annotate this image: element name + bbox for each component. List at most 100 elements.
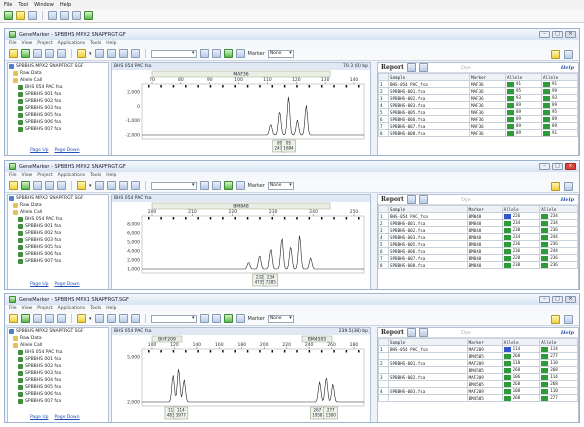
table-row[interactable]: BM4505 268 277 (378, 352, 578, 360)
marker-select[interactable]: None (267, 181, 294, 190)
fit-icon[interactable] (118, 314, 128, 323)
list-view-icon[interactable] (60, 11, 69, 20)
menu-applications[interactable]: Applications (58, 173, 86, 178)
marker-bin[interactable]: MAF36 (151, 70, 331, 78)
tree-sample-item[interactable]: SPBBHS 001 fsa (8, 223, 108, 230)
table-row[interactable]: 3 SPBBHS-002.fsa MAF36 93 93 (378, 94, 578, 102)
help-icon[interactable] (551, 182, 560, 191)
table-row[interactable]: 6 SPBBHS-006.fsa BM848 236 244 (378, 247, 578, 255)
menu-view[interactable]: View (22, 41, 33, 46)
tree-sample-item[interactable]: BHS 054 PAC fsa (8, 349, 108, 356)
menu-help[interactable]: Help (60, 2, 71, 8)
play-icon[interactable] (21, 314, 30, 323)
table-row[interactable]: 4 SPBBHS-003.fsa BM848 234 244 (378, 233, 578, 241)
electropherogram-chart[interactable]: MAF36 70 80 90 100 110 120 130 140 2,000 0 -1,000 -2… (112, 70, 370, 155)
menu-file[interactable]: File (4, 2, 12, 8)
table-row[interactable]: 8 SPBBHS-008.fsa MAF36 89 91 (378, 129, 578, 137)
open-folder-icon[interactable] (9, 181, 18, 190)
zoom-out-icon[interactable] (106, 49, 116, 58)
report-icon[interactable] (33, 49, 42, 58)
tree-sample-item[interactable]: SPBBHS 006 fsa (8, 251, 108, 258)
column-header[interactable]: Allele (501, 338, 541, 346)
align-icon[interactable] (235, 181, 245, 190)
chart-icon[interactable] (130, 181, 140, 190)
minimize-button[interactable]: – (539, 163, 550, 170)
column-header[interactable]: Allele (501, 205, 541, 213)
tree-sample-item[interactable]: SPBBHS 002 fsa (8, 98, 108, 105)
report-save-icon[interactable] (418, 63, 428, 72)
report-help-link[interactable]: Help (561, 197, 574, 203)
panel-icon[interactable] (45, 181, 54, 190)
table-row[interactable]: 2 SPBBHS-001.fsa BM848 234 234 (378, 219, 578, 227)
dropdown-arrow-icon[interactable]: ▾ (89, 316, 92, 322)
tree-node[interactable]: Allele Call (8, 342, 108, 349)
play-icon[interactable] (21, 49, 30, 58)
page-down-link[interactable]: Page Down (54, 282, 79, 287)
table-row[interactable]: BM4505 268 277 (378, 394, 578, 402)
align-icon[interactable] (235, 314, 245, 323)
menu-tools[interactable]: Tools (90, 173, 101, 178)
grid-view-icon[interactable] (72, 11, 81, 20)
size-combo[interactable] (150, 181, 197, 190)
menu-file[interactable]: File (9, 306, 17, 311)
fit-icon[interactable] (118, 49, 128, 58)
zoom-in-icon[interactable] (94, 314, 104, 323)
column-header[interactable]: Allele (539, 205, 578, 213)
page-up-link[interactable]: Page Up (30, 282, 48, 287)
menu-tools[interactable]: Tools (90, 41, 101, 46)
peak-label[interactable]: 951684 (281, 139, 296, 153)
align-icon[interactable] (235, 49, 245, 58)
table-icon[interactable] (211, 181, 221, 190)
chart-icon[interactable] (130, 314, 140, 323)
electropherogram-chart[interactable]: BHF209 BM4505 100 120 140 160 180 200 220 240 260 2… (112, 335, 370, 422)
color-icon[interactable] (77, 181, 86, 190)
close-button[interactable]: × (565, 31, 576, 38)
column-header[interactable] (378, 205, 389, 213)
menu-help[interactable]: Help (106, 306, 116, 311)
menu-view[interactable]: View (22, 306, 33, 311)
zoom-out-icon[interactable] (106, 181, 116, 190)
tree-sample-item[interactable]: SPBBHS 004 fsa (8, 377, 108, 384)
page-up-link[interactable]: Page Up (30, 148, 48, 153)
zoom-in-icon[interactable] (94, 49, 104, 58)
tree-sample-item[interactable]: SPBBHS 007 fsa (8, 258, 108, 265)
table-row[interactable]: 4 SPBBHS-003.fsa MAF209 108 110 (378, 387, 578, 395)
zoom-out-icon[interactable] (106, 314, 116, 323)
maximize-button[interactable]: □ (552, 31, 563, 38)
tree-node[interactable]: SPBBHS MPX2 SNAPFRGT SGF (8, 195, 108, 202)
panel-icon[interactable] (45, 49, 54, 58)
menu-applications[interactable]: Applications (58, 41, 86, 46)
tree-sample-item[interactable]: SPBBHS 005 fsa (8, 244, 108, 251)
help-icon[interactable] (551, 50, 560, 59)
column-header[interactable] (378, 73, 389, 81)
menu-tools[interactable]: Tools (90, 306, 101, 311)
menu-project[interactable]: Project (37, 173, 52, 178)
close-button[interactable]: × (565, 296, 576, 303)
column-header[interactable] (378, 338, 389, 346)
table-icon[interactable] (211, 49, 221, 58)
color-icon[interactable] (77, 314, 86, 323)
page-down-link[interactable]: Page Down (54, 148, 79, 153)
marker-select[interactable]: None (267, 314, 294, 323)
tree-sample-item[interactable]: SPBBHS 005 fsa (8, 112, 108, 119)
tree-sample-item[interactable]: BHS 054 PAC fsa (8, 216, 108, 223)
peak-label[interactable]: 2347285 (263, 273, 279, 287)
table-row[interactable]: 8 SPBBHS-008.fsa BM848 230 236 (378, 261, 578, 269)
table-row[interactable]: 5 SPBBHS-005.fsa BM848 236 236 (378, 240, 578, 248)
tree-sample-item[interactable]: SPBBHS 001 fsa (8, 91, 108, 98)
table-row[interactable]: 1 BHS-054 PAC_fsa BM848 226 234 (378, 212, 578, 220)
page-up-link[interactable]: Page Up (30, 415, 48, 420)
tree-sample-item[interactable]: SPBBHS 003 fsa (8, 237, 108, 244)
fit-icon[interactable] (118, 181, 128, 190)
tree-node[interactable]: Raw Data (8, 70, 108, 77)
column-header[interactable]: Allele (540, 73, 578, 81)
table-view-icon[interactable] (48, 11, 57, 20)
dropdown-arrow-icon[interactable]: ▾ (89, 51, 92, 57)
menu-view[interactable]: View (22, 173, 33, 178)
menu-help[interactable]: Help (106, 41, 116, 46)
report-settings-icon[interactable] (406, 328, 416, 337)
menu-help[interactable]: Help (106, 173, 116, 178)
size-combo[interactable] (150, 314, 197, 323)
tree-node[interactable]: SPBBHS MPX2 SNAPFRGT SGF (8, 63, 108, 70)
report-help-link[interactable]: Help (561, 65, 574, 71)
